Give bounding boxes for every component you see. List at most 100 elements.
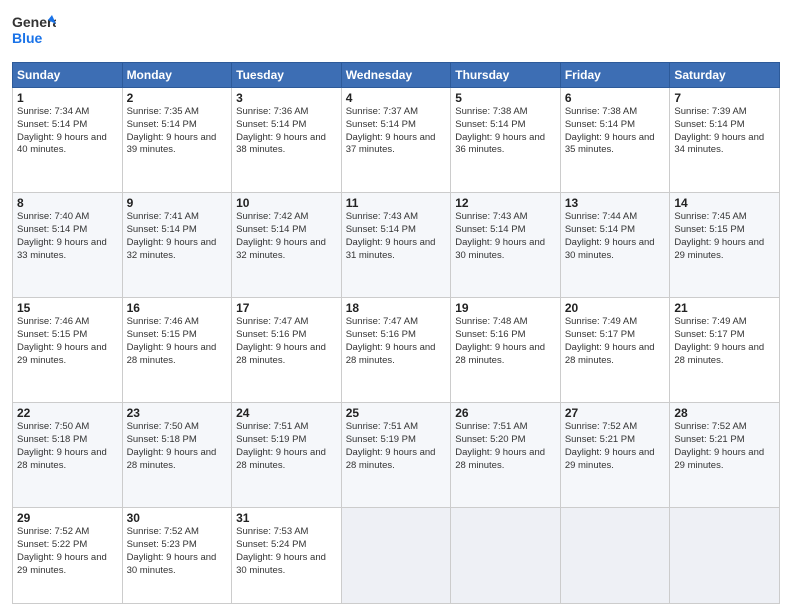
day-number: 16 (127, 301, 228, 315)
calendar-cell: 4 Sunrise: 7:37 AMSunset: 5:14 PMDayligh… (341, 88, 451, 193)
svg-text:Blue: Blue (12, 30, 43, 46)
day-number: 6 (565, 91, 666, 105)
calendar-cell: 28 Sunrise: 7:52 AMSunset: 5:21 PMDaylig… (670, 403, 780, 508)
day-detail: Sunrise: 7:44 AMSunset: 5:14 PMDaylight:… (565, 211, 666, 262)
day-detail: Sunrise: 7:49 AMSunset: 5:17 PMDaylight:… (565, 316, 666, 367)
calendar-cell: 25 Sunrise: 7:51 AMSunset: 5:19 PMDaylig… (341, 403, 451, 508)
day-number: 30 (127, 511, 228, 525)
day-number: 24 (236, 406, 337, 420)
calendar-cell: 16 Sunrise: 7:46 AMSunset: 5:15 PMDaylig… (122, 298, 232, 403)
day-detail: Sunrise: 7:51 AMSunset: 5:19 PMDaylight:… (236, 421, 337, 472)
day-number: 2 (127, 91, 228, 105)
calendar-cell: 31 Sunrise: 7:53 AMSunset: 5:24 PMDaylig… (232, 508, 342, 604)
day-number: 25 (346, 406, 447, 420)
day-detail: Sunrise: 7:46 AMSunset: 5:15 PMDaylight:… (17, 316, 118, 367)
day-detail: Sunrise: 7:52 AMSunset: 5:21 PMDaylight:… (565, 421, 666, 472)
calendar-cell: 30 Sunrise: 7:52 AMSunset: 5:23 PMDaylig… (122, 508, 232, 604)
day-number: 19 (455, 301, 556, 315)
calendar-cell: 9 Sunrise: 7:41 AMSunset: 5:14 PMDayligh… (122, 193, 232, 298)
day-detail: Sunrise: 7:53 AMSunset: 5:24 PMDaylight:… (236, 526, 337, 577)
day-number: 13 (565, 196, 666, 210)
day-number: 28 (674, 406, 775, 420)
calendar-cell: 22 Sunrise: 7:50 AMSunset: 5:18 PMDaylig… (13, 403, 123, 508)
day-number: 3 (236, 91, 337, 105)
weekday-header-monday: Monday (122, 63, 232, 88)
day-detail: Sunrise: 7:37 AMSunset: 5:14 PMDaylight:… (346, 106, 447, 157)
day-detail: Sunrise: 7:48 AMSunset: 5:16 PMDaylight:… (455, 316, 556, 367)
weekday-header-thursday: Thursday (451, 63, 561, 88)
day-detail: Sunrise: 7:38 AMSunset: 5:14 PMDaylight:… (455, 106, 556, 157)
day-detail: Sunrise: 7:40 AMSunset: 5:14 PMDaylight:… (17, 211, 118, 262)
calendar-cell: 1 Sunrise: 7:34 AMSunset: 5:14 PMDayligh… (13, 88, 123, 193)
calendar-cell: 26 Sunrise: 7:51 AMSunset: 5:20 PMDaylig… (451, 403, 561, 508)
day-number: 7 (674, 91, 775, 105)
calendar-table: SundayMondayTuesdayWednesdayThursdayFrid… (12, 62, 780, 604)
calendar-cell: 11 Sunrise: 7:43 AMSunset: 5:14 PMDaylig… (341, 193, 451, 298)
day-number: 18 (346, 301, 447, 315)
day-number: 27 (565, 406, 666, 420)
day-number: 9 (127, 196, 228, 210)
day-number: 5 (455, 91, 556, 105)
weekday-header-wednesday: Wednesday (341, 63, 451, 88)
calendar-cell: 8 Sunrise: 7:40 AMSunset: 5:14 PMDayligh… (13, 193, 123, 298)
day-detail: Sunrise: 7:51 AMSunset: 5:20 PMDaylight:… (455, 421, 556, 472)
day-detail: Sunrise: 7:39 AMSunset: 5:14 PMDaylight:… (674, 106, 775, 157)
day-detail: Sunrise: 7:51 AMSunset: 5:19 PMDaylight:… (346, 421, 447, 472)
day-number: 31 (236, 511, 337, 525)
calendar-cell (670, 508, 780, 604)
weekday-header-tuesday: Tuesday (232, 63, 342, 88)
day-detail: Sunrise: 7:52 AMSunset: 5:22 PMDaylight:… (17, 526, 118, 577)
weekday-header-sunday: Sunday (13, 63, 123, 88)
day-number: 1 (17, 91, 118, 105)
day-number: 21 (674, 301, 775, 315)
day-detail: Sunrise: 7:52 AMSunset: 5:23 PMDaylight:… (127, 526, 228, 577)
day-detail: Sunrise: 7:34 AMSunset: 5:14 PMDaylight:… (17, 106, 118, 157)
calendar-cell: 14 Sunrise: 7:45 AMSunset: 5:15 PMDaylig… (670, 193, 780, 298)
day-detail: Sunrise: 7:50 AMSunset: 5:18 PMDaylight:… (127, 421, 228, 472)
calendar-cell: 13 Sunrise: 7:44 AMSunset: 5:14 PMDaylig… (560, 193, 670, 298)
weekday-header-friday: Friday (560, 63, 670, 88)
calendar-cell (560, 508, 670, 604)
calendar-cell (451, 508, 561, 604)
day-detail: Sunrise: 7:35 AMSunset: 5:14 PMDaylight:… (127, 106, 228, 157)
day-number: 11 (346, 196, 447, 210)
day-detail: Sunrise: 7:42 AMSunset: 5:14 PMDaylight:… (236, 211, 337, 262)
day-number: 23 (127, 406, 228, 420)
page-header: General Blue (12, 10, 780, 54)
day-number: 29 (17, 511, 118, 525)
day-detail: Sunrise: 7:43 AMSunset: 5:14 PMDaylight:… (455, 211, 556, 262)
calendar-cell: 23 Sunrise: 7:50 AMSunset: 5:18 PMDaylig… (122, 403, 232, 508)
logo-svg: General Blue (12, 10, 56, 54)
calendar-cell: 21 Sunrise: 7:49 AMSunset: 5:17 PMDaylig… (670, 298, 780, 403)
calendar-cell: 12 Sunrise: 7:43 AMSunset: 5:14 PMDaylig… (451, 193, 561, 298)
calendar-cell: 17 Sunrise: 7:47 AMSunset: 5:16 PMDaylig… (232, 298, 342, 403)
page-container: General Blue SundayMondayTuesdayWednesda… (0, 0, 792, 612)
weekday-header-saturday: Saturday (670, 63, 780, 88)
calendar-cell: 5 Sunrise: 7:38 AMSunset: 5:14 PMDayligh… (451, 88, 561, 193)
calendar-cell: 6 Sunrise: 7:38 AMSunset: 5:14 PMDayligh… (560, 88, 670, 193)
svg-text:General: General (12, 14, 56, 30)
calendar-cell: 27 Sunrise: 7:52 AMSunset: 5:21 PMDaylig… (560, 403, 670, 508)
day-detail: Sunrise: 7:46 AMSunset: 5:15 PMDaylight:… (127, 316, 228, 367)
calendar-cell: 7 Sunrise: 7:39 AMSunset: 5:14 PMDayligh… (670, 88, 780, 193)
day-number: 17 (236, 301, 337, 315)
calendar-cell: 2 Sunrise: 7:35 AMSunset: 5:14 PMDayligh… (122, 88, 232, 193)
day-detail: Sunrise: 7:50 AMSunset: 5:18 PMDaylight:… (17, 421, 118, 472)
day-number: 4 (346, 91, 447, 105)
day-number: 14 (674, 196, 775, 210)
calendar-cell: 18 Sunrise: 7:47 AMSunset: 5:16 PMDaylig… (341, 298, 451, 403)
calendar-cell: 19 Sunrise: 7:48 AMSunset: 5:16 PMDaylig… (451, 298, 561, 403)
calendar-cell: 20 Sunrise: 7:49 AMSunset: 5:17 PMDaylig… (560, 298, 670, 403)
day-detail: Sunrise: 7:41 AMSunset: 5:14 PMDaylight:… (127, 211, 228, 262)
day-detail: Sunrise: 7:36 AMSunset: 5:14 PMDaylight:… (236, 106, 337, 157)
calendar-cell: 3 Sunrise: 7:36 AMSunset: 5:14 PMDayligh… (232, 88, 342, 193)
day-detail: Sunrise: 7:49 AMSunset: 5:17 PMDaylight:… (674, 316, 775, 367)
logo: General Blue (12, 10, 56, 54)
day-detail: Sunrise: 7:52 AMSunset: 5:21 PMDaylight:… (674, 421, 775, 472)
calendar-cell: 15 Sunrise: 7:46 AMSunset: 5:15 PMDaylig… (13, 298, 123, 403)
day-number: 10 (236, 196, 337, 210)
day-detail: Sunrise: 7:43 AMSunset: 5:14 PMDaylight:… (346, 211, 447, 262)
calendar-cell (341, 508, 451, 604)
day-number: 26 (455, 406, 556, 420)
day-number: 22 (17, 406, 118, 420)
